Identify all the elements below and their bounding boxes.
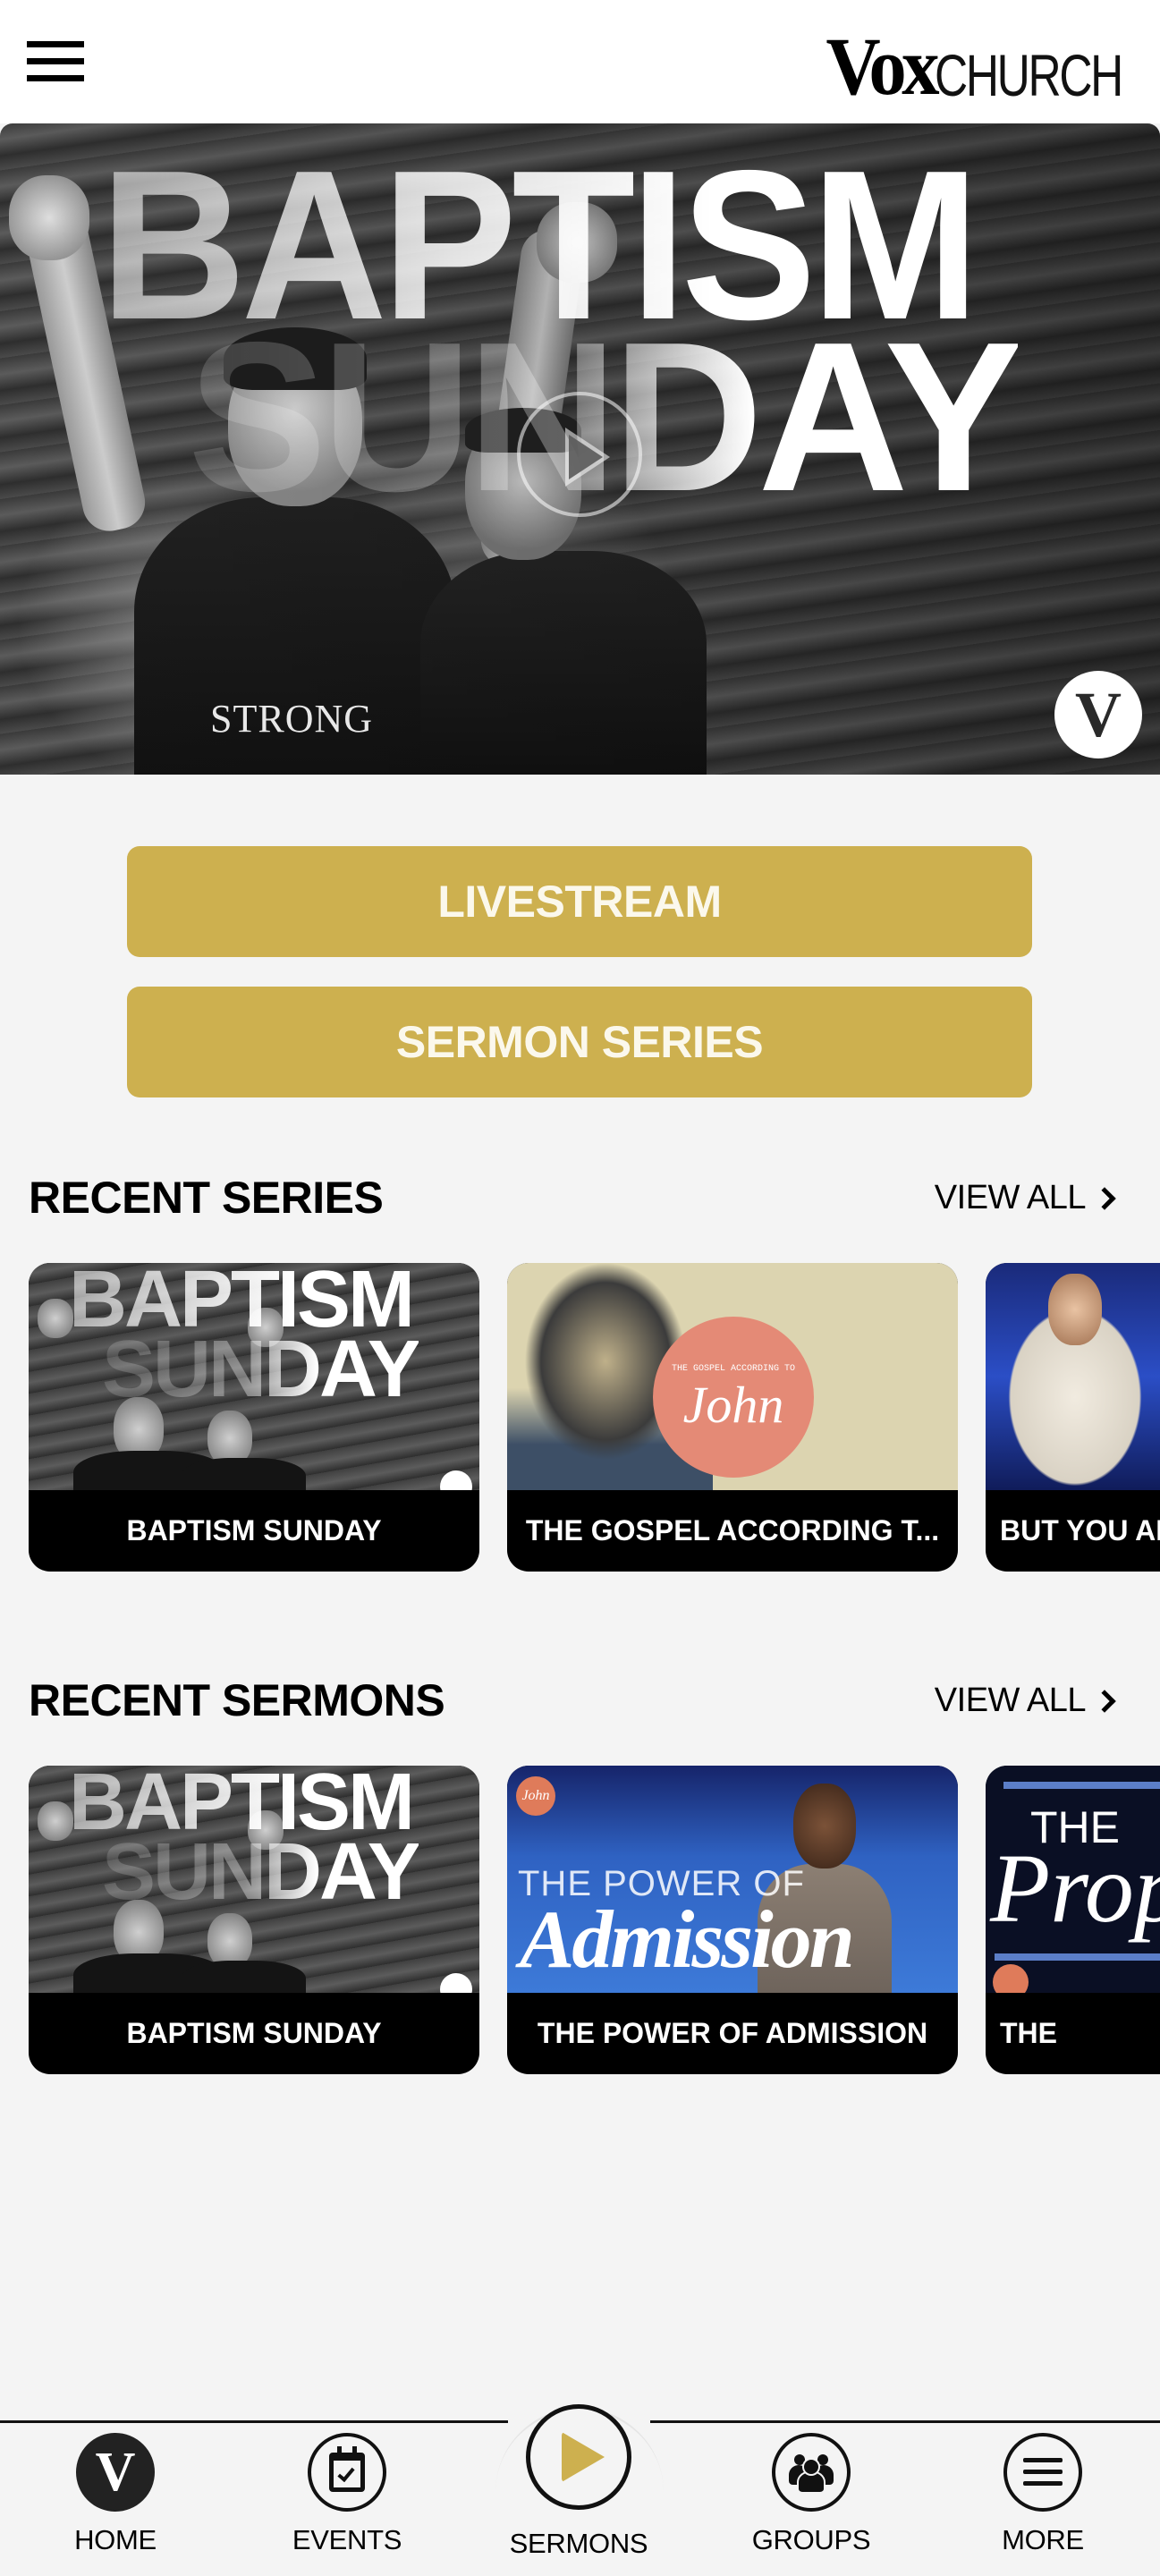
vox-church-logo[interactable]: Vox CHURCH: [817, 20, 1133, 112]
sermon-series-button[interactable]: SERMON SERIES: [127, 987, 1032, 1097]
tab-groups[interactable]: GROUPS: [722, 2433, 901, 2556]
sermon-thumbnail: THE Prop: [986, 1766, 1160, 1993]
series-card[interactable]: THE GOSPEL ACCORDING TO John THE GOSPEL …: [507, 1263, 958, 1572]
calendar-check-icon: [308, 2433, 386, 2512]
sermon-thumbnail: John THE POWER OF Admission: [507, 1766, 958, 1993]
thumb-title-2: SUNDAY: [102, 1827, 421, 1917]
chevron-right-icon: [1093, 1187, 1116, 1210]
vox-v-badge-icon: V: [1054, 671, 1142, 758]
sermon-card[interactable]: THE Prop THE: [986, 1766, 1160, 2074]
hamburger-menu-icon[interactable]: [27, 41, 86, 82]
tab-home[interactable]: V HOME: [26, 2433, 205, 2556]
sermon-card[interactable]: John THE POWER OF Admission THE POWER OF…: [507, 1766, 958, 2074]
recent-series-header: RECENT SERIES VIEW ALL: [29, 1166, 1116, 1229]
tab-events[interactable]: EVENTS: [258, 2433, 436, 2556]
view-all-label: VIEW ALL: [934, 1178, 1087, 1216]
series-card-label: BUT YOU AI: [1000, 1514, 1160, 1546]
tab-label: MORE: [1002, 2524, 1084, 2555]
thumb-subtitle: THE GOSPEL ACCORDING TO: [671, 1363, 796, 1374]
chevron-right-icon: [1093, 1690, 1116, 1713]
series-card-label: THE GOSPEL ACCORDING T...: [525, 1514, 940, 1546]
view-all-sermons-link[interactable]: VIEW ALL: [934, 1681, 1116, 1720]
tab-label: SERMONS: [509, 2528, 648, 2559]
sermon-card-label: THE: [1000, 2017, 1057, 2049]
thumb-title-2: SUNDAY: [102, 1325, 421, 1414]
tab-bar-divider: [0, 2420, 508, 2423]
play-circle-icon[interactable]: [517, 392, 642, 517]
home-v-icon: V: [76, 2433, 155, 2512]
john-badge-icon: [993, 1964, 1029, 1993]
vox-v-badge-icon: [440, 1973, 472, 1993]
thumb-title-2: Admission: [520, 1894, 855, 1985]
section-title: RECENT SERIES: [29, 1173, 384, 1223]
tab-more[interactable]: MORE: [953, 2433, 1132, 2556]
sermon-card-label: THE POWER OF ADMISSION: [537, 2017, 928, 2049]
top-header: Vox CHURCH: [0, 0, 1160, 123]
series-card[interactable]: BUT YOU AI: [986, 1263, 1160, 1572]
john-badge-icon: John: [516, 1776, 555, 1816]
recent-sermons-header: RECENT SERMONS VIEW ALL: [29, 1669, 1116, 1732]
section-title: RECENT SERMONS: [29, 1675, 445, 1725]
series-thumbnail: [986, 1263, 1160, 1490]
thumb-title: John: [682, 1375, 784, 1434]
tab-label: GROUPS: [751, 2524, 871, 2555]
sermon-card[interactable]: BAPTISM SUNDAY BAPTISM SUNDAY: [29, 1766, 479, 2074]
vox-v-badge-icon: [440, 1470, 472, 1490]
logo-church-text: CHURCH: [935, 41, 1123, 108]
series-thumbnail: THE GOSPEL ACCORDING TO John: [507, 1263, 958, 1490]
tab-label: EVENTS: [292, 2524, 402, 2555]
series-thumbnail: BAPTISM SUNDAY: [29, 1263, 479, 1490]
hero-video-banner[interactable]: BAPTISM SUNDAY STRONG V: [0, 123, 1160, 775]
play-icon: [526, 2404, 631, 2510]
view-all-series-link[interactable]: VIEW ALL: [934, 1178, 1116, 1217]
recent-series-carousel[interactable]: BAPTISM SUNDAY BAPTISM SUNDAY THE GOSPEL…: [0, 1263, 1160, 1576]
view-all-label: VIEW ALL: [934, 1681, 1087, 1719]
menu-icon: [1003, 2433, 1082, 2512]
series-card[interactable]: BAPTISM SUNDAY BAPTISM SUNDAY: [29, 1263, 479, 1572]
hero-shirt-text: STRONG: [210, 697, 374, 741]
tab-label: HOME: [74, 2524, 157, 2555]
group-icon: [772, 2433, 851, 2512]
logo-vox-text: Vox: [826, 20, 940, 112]
recent-sermons-carousel[interactable]: BAPTISM SUNDAY BAPTISM SUNDAY John THE P…: [0, 1766, 1160, 2079]
sermon-card-label: BAPTISM SUNDAY: [126, 2017, 382, 2049]
series-card-label: BAPTISM SUNDAY: [126, 1514, 382, 1546]
livestream-button[interactable]: LIVESTREAM: [127, 846, 1032, 957]
sermon-thumbnail: BAPTISM SUNDAY: [29, 1766, 479, 1993]
john-circle: THE GOSPEL ACCORDING TO John: [653, 1317, 814, 1478]
tab-sermons[interactable]: SERMONS: [489, 2404, 668, 2560]
app-root: Vox CHURCH BAPTISM SUNDAY STRONG V LIVES…: [0, 0, 1160, 2576]
tab-bar-divider: [650, 2420, 1160, 2423]
thumb-title-2: Prop: [990, 1834, 1160, 1943]
